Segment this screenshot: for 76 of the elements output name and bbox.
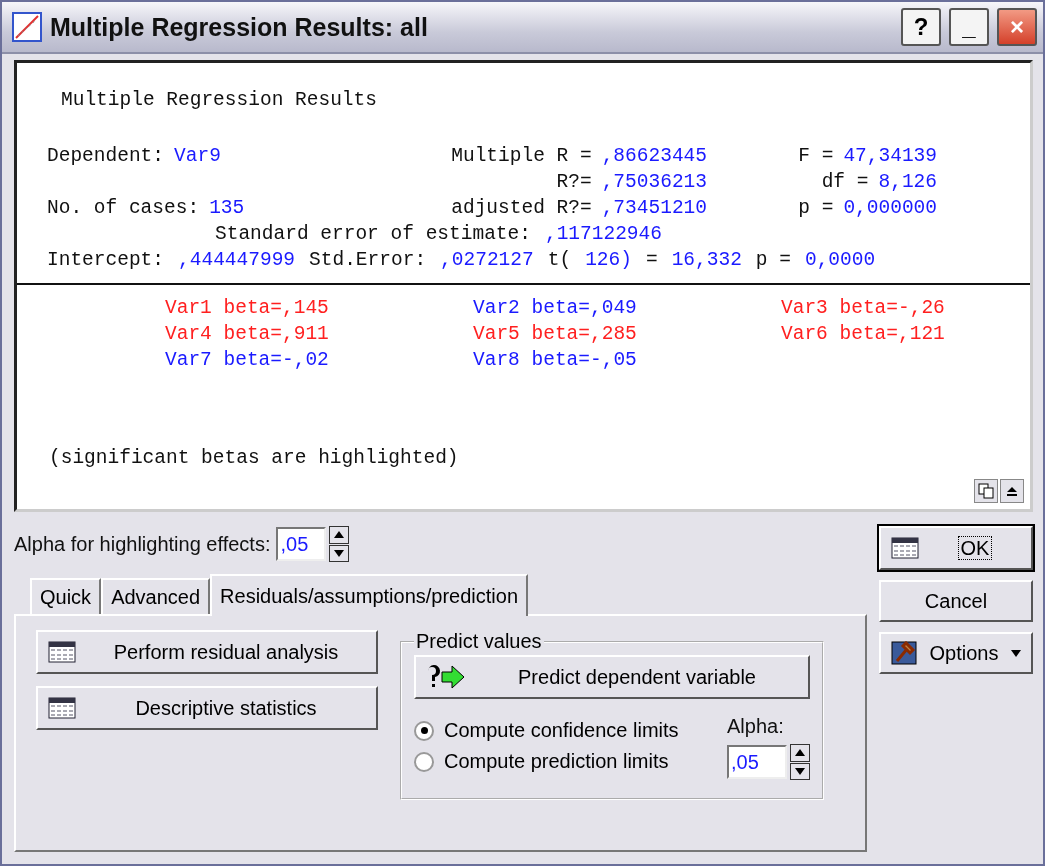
result-label: adjusted R?=: [451, 197, 592, 219]
result-value: 47,34139: [843, 145, 937, 167]
group-title: Predict values: [415, 630, 543, 653]
alpha-label: Alpha:: [727, 715, 785, 738]
result-value: ,0272127: [440, 249, 534, 271]
result-label: Std.Error:: [309, 249, 427, 271]
maximize-panel-button[interactable]: [1000, 479, 1024, 503]
beta-value: Var2 beta=,049: [473, 297, 637, 319]
down-triangle-icon: [334, 549, 345, 557]
question-arrow-icon: [426, 664, 466, 690]
table-icon: [891, 537, 919, 559]
tab[interactable]: Residuals/assumptions/prediction: [210, 574, 529, 616]
result-label: R?=: [556, 171, 592, 193]
result-value: Var9: [174, 145, 221, 167]
minimize-button[interactable]: _: [949, 8, 989, 46]
radio-option[interactable]: Compute confidence limits: [414, 719, 679, 742]
copy-icon: [978, 483, 994, 499]
result-value: ,117122946: [544, 223, 662, 245]
result-value: 126): [585, 249, 632, 271]
table-icon: [48, 697, 76, 719]
result-label: No. of cases:: [47, 197, 200, 219]
help-button[interactable]: ?: [901, 8, 941, 46]
beta-value: Var6 beta=,121: [781, 323, 945, 345]
alpha-label: Alpha for highlighting effects:: [14, 532, 271, 556]
down-triangle-icon: [795, 767, 805, 775]
beta-value: Var3 beta=-,26: [781, 297, 945, 319]
result-label: p =: [755, 249, 791, 271]
spin-up-button[interactable]: [329, 526, 350, 544]
copy-button[interactable]: [974, 479, 998, 503]
result-value: ,75036213: [601, 171, 707, 193]
table-icon: [48, 641, 76, 663]
up-triangle-icon: [795, 749, 805, 757]
beta-value: Var7 beta=-,02: [165, 349, 329, 371]
hammer-icon: [891, 641, 917, 665]
result-value: ,86623445: [601, 145, 707, 167]
options-button[interactable]: Options: [879, 632, 1033, 674]
spin-up-button[interactable]: [790, 744, 810, 762]
radio-option[interactable]: Compute prediction limits: [414, 750, 679, 773]
alpha-field[interactable]: ,05: [276, 527, 327, 561]
up-triangle-icon: [334, 531, 345, 539]
result-label: Multiple R =: [451, 145, 592, 167]
cancel-button[interactable]: Cancel: [879, 580, 1033, 622]
result-label: Intercept:: [47, 249, 165, 271]
action-button[interactable]: Perform residual analysis: [36, 630, 378, 674]
result-value: ,73451210: [601, 197, 707, 219]
result-label: F =: [798, 145, 834, 167]
window-title: Multiple Regression Results: all: [50, 12, 429, 42]
ok-button[interactable]: OK: [879, 526, 1033, 570]
beta-value: Var8 beta=-,05: [473, 349, 637, 371]
result-label: p =: [798, 197, 834, 219]
result-label: =: [645, 249, 658, 271]
result-value: ,444447999: [178, 249, 296, 271]
beta-value: Var5 beta=,285: [473, 323, 637, 345]
result-value: 0,000000: [843, 197, 937, 219]
result-value: 0,0000: [804, 249, 876, 271]
tab[interactable]: Advanced: [101, 578, 211, 614]
chart-icon: [12, 12, 42, 42]
tab[interactable]: Quick: [30, 578, 102, 614]
up-arrow-icon: [1007, 486, 1017, 496]
result-value: 16,332: [671, 249, 742, 271]
beta-value: Var4 beta=,911: [165, 323, 329, 345]
result-label: df =: [821, 171, 869, 193]
result-value: 8,126: [878, 171, 937, 193]
spin-down-button[interactable]: [790, 762, 810, 780]
predict-button[interactable]: Predict dependent variable: [414, 655, 810, 699]
result-value: 135: [209, 197, 245, 219]
alpha-field[interactable]: ,05: [727, 745, 787, 779]
results-note: (significant betas are highlighted): [49, 447, 459, 469]
results-title: Multiple Regression Results: [61, 89, 377, 111]
result-label: Standard error of estimate:: [215, 223, 531, 245]
down-triangle-icon: [1011, 649, 1021, 657]
beta-value: Var1 beta=,145: [165, 297, 329, 319]
action-button[interactable]: Descriptive statistics: [36, 686, 378, 730]
spin-down-button[interactable]: [329, 544, 350, 562]
result-label: Dependent:: [47, 145, 165, 167]
result-label: t(: [547, 249, 572, 271]
